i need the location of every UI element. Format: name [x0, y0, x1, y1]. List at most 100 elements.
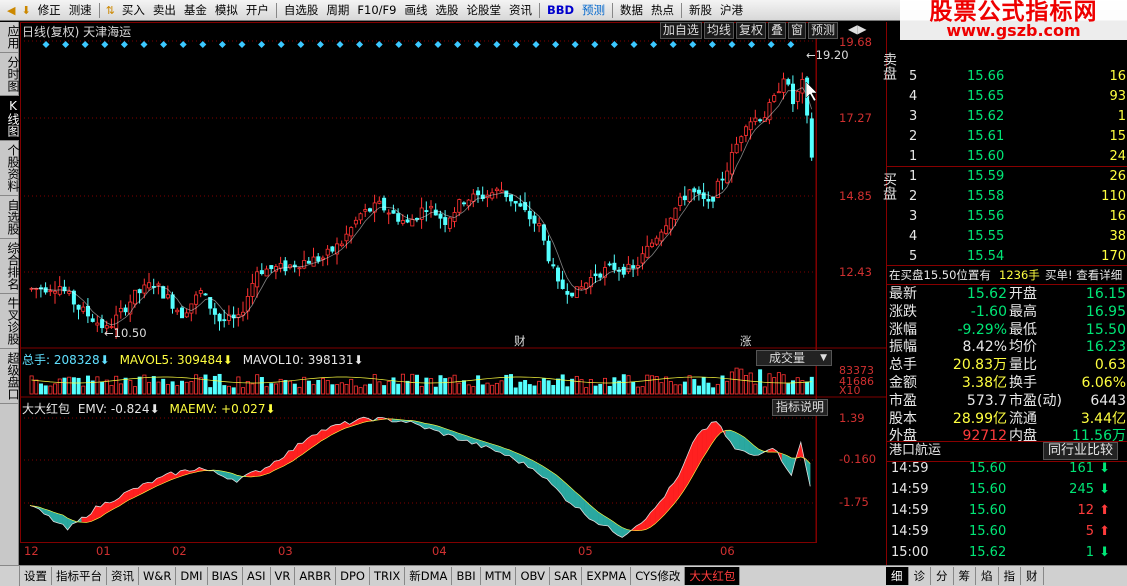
- toolbar-item[interactable]: 开户: [242, 0, 273, 20]
- book-price[interactable]: 15.59: [967, 167, 1004, 187]
- indicator-tab[interactable]: VR: [271, 567, 296, 585]
- indicator-tab[interactable]: MTM: [481, 567, 517, 585]
- chart-button[interactable]: 复权: [735, 22, 766, 39]
- toolbar-item[interactable]: 画线: [400, 0, 431, 20]
- download-icon[interactable]: ⬇: [18, 4, 33, 17]
- candle-body: [429, 205, 434, 209]
- indicator-tab[interactable]: DPO: [336, 567, 370, 585]
- industry-compare-button[interactable]: 同行业比较: [1042, 442, 1118, 460]
- book-price[interactable]: 15.56: [967, 207, 1004, 227]
- chart-button[interactable]: 叠: [767, 22, 786, 39]
- left-tab[interactable]: K线图: [0, 96, 20, 141]
- toolbar-item[interactable]: 测速: [65, 0, 96, 20]
- indicator-tab[interactable]: ASI: [243, 567, 271, 585]
- book-price[interactable]: 15.55: [967, 227, 1004, 247]
- indicator-tab[interactable]: BBI: [452, 567, 481, 585]
- left-tab[interactable]: 自选股: [0, 196, 20, 239]
- emv-fill-segment: [321, 429, 327, 442]
- notice-detail-link[interactable]: 买单! 查看详细: [1045, 265, 1122, 285]
- indicator-tab[interactable]: W&R: [139, 567, 177, 585]
- indicator-tab[interactable]: 新DMA: [405, 567, 453, 585]
- indicator-tab[interactable]: 指标平台: [52, 567, 107, 585]
- panel-tab[interactable]: 焰: [976, 567, 999, 585]
- volume-bar: [283, 379, 288, 395]
- book-level: 3: [909, 209, 918, 224]
- chart-button[interactable]: 预测: [807, 22, 838, 39]
- emv-fill-segment: [730, 429, 736, 450]
- chart-button[interactable]: 加自选: [659, 22, 702, 39]
- toolbar-item[interactable]: 卖出: [149, 0, 180, 20]
- book-price[interactable]: 15.60: [967, 147, 1004, 167]
- left-tab[interactable]: 综合排名: [0, 239, 20, 294]
- indicator-tab[interactable]: OBV: [516, 567, 550, 585]
- panel-tab[interactable]: 细: [886, 567, 909, 585]
- industry-name[interactable]: 港口航运: [889, 441, 941, 461]
- left-tab[interactable]: 牛叉诊股: [0, 294, 20, 349]
- tick-price: 15.60: [969, 524, 1007, 539]
- candle-body: [546, 240, 551, 262]
- chart-button[interactable]: 窗: [787, 22, 806, 39]
- candle-body: [344, 233, 349, 242]
- indicator-tab[interactable]: SAR: [550, 567, 583, 585]
- kline-chart-area[interactable]: 日线(复权) 天津海运 加自选 均线 复权叠窗预测 ◀▶ 19.68 17.27 1…: [20, 22, 886, 565]
- trade-icon[interactable]: ⇅: [103, 4, 118, 17]
- toolbar-item[interactable]: 模拟: [211, 0, 242, 20]
- book-price[interactable]: 15.66: [967, 67, 1004, 87]
- volume-bar: [269, 383, 274, 395]
- indicator-tab[interactable]: 大大红包: [685, 567, 741, 585]
- volume-dropdown[interactable]: 成交量 ▼: [756, 350, 832, 366]
- toolbar-item[interactable]: 自选股: [280, 0, 323, 20]
- toolbar-item[interactable]: 修正: [34, 0, 65, 20]
- indicator-tab[interactable]: CYS修改: [631, 567, 686, 585]
- panel-tab[interactable]: 诊: [909, 567, 931, 585]
- indicator-help-button[interactable]: 指标说明: [772, 399, 829, 416]
- event-marker-rise[interactable]: 涨: [740, 333, 752, 349]
- panel-tab[interactable]: 分: [931, 567, 954, 585]
- toolbar-item[interactable]: 数据: [616, 0, 647, 20]
- arrow-left-icon[interactable]: ◀: [848, 22, 857, 36]
- toolbar-item[interactable]: 周期: [322, 0, 353, 20]
- left-tab[interactable]: 分时图: [0, 53, 20, 96]
- indicator-tab[interactable]: TRIX: [370, 567, 406, 585]
- toolbar-item[interactable]: 选股: [431, 0, 462, 20]
- indicator-tab[interactable]: ARBR: [295, 567, 337, 585]
- arrow-right-icon[interactable]: ▶: [857, 22, 866, 36]
- notice-qty: 1236手: [999, 268, 1040, 282]
- toolbar-item[interactable]: BBD: [543, 0, 578, 20]
- event-marker-finance[interactable]: 财: [514, 333, 526, 349]
- volume-bar: [621, 374, 626, 395]
- back-icon[interactable]: ◀: [4, 4, 18, 17]
- toolbar-item[interactable]: 论股堂: [462, 0, 505, 20]
- panel-tab[interactable]: 指: [999, 567, 1021, 585]
- indicator-tab[interactable]: BIAS: [208, 567, 243, 585]
- toolbar-item[interactable]: 热点: [647, 0, 678, 20]
- toolbar-item[interactable]: 资讯: [505, 0, 536, 20]
- indicator-tab[interactable]: 设置: [20, 567, 52, 585]
- toolbar-item[interactable]: 沪港: [716, 0, 747, 20]
- nav-arrows[interactable]: ◀▶: [848, 22, 866, 36]
- toolbar-item[interactable]: 买入: [118, 0, 149, 20]
- left-tab[interactable]: 超级盘口: [0, 349, 20, 404]
- book-price[interactable]: 15.61: [967, 127, 1004, 147]
- left-tab[interactable]: 应用: [0, 22, 20, 53]
- book-price[interactable]: 15.62: [967, 107, 1004, 127]
- toolbar-item[interactable]: 基金: [180, 0, 211, 20]
- toolbar-item[interactable]: F10/F9: [353, 0, 400, 20]
- toolbar-item[interactable]: 预测: [578, 0, 609, 20]
- book-price[interactable]: 15.54: [967, 247, 1004, 267]
- chart-button[interactable]: 均线: [703, 22, 734, 39]
- book-price[interactable]: 15.58: [967, 187, 1004, 207]
- volume-bars: [29, 367, 814, 395]
- panel-tab[interactable]: 筹: [954, 567, 976, 585]
- indicator-tab[interactable]: EXPMA: [582, 567, 632, 585]
- left-tab[interactable]: 个股资料: [0, 141, 20, 196]
- indicator-tab[interactable]: DMI: [176, 567, 208, 585]
- candle-body: [410, 218, 415, 227]
- emv-fill-segment: [269, 460, 275, 474]
- book-price[interactable]: 15.65: [967, 87, 1004, 107]
- volume-bar: [588, 379, 593, 395]
- volume-bar: [76, 377, 81, 395]
- toolbar-item[interactable]: 新股: [685, 0, 716, 20]
- indicator-tab[interactable]: 资讯: [107, 567, 139, 585]
- panel-tab[interactable]: 财: [1021, 567, 1044, 585]
